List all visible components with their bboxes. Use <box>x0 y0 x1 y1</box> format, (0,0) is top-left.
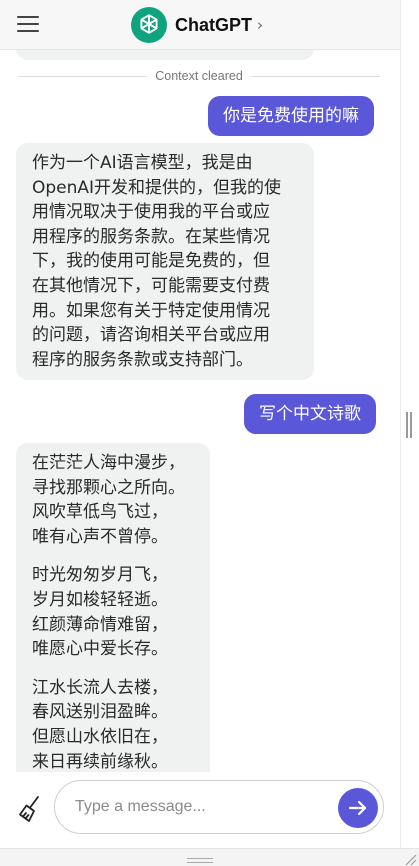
message-line: 用情况取决于使用我的平台或应 <box>32 202 270 223</box>
context-cleared-label: Context cleared <box>155 69 243 83</box>
poem-line: 春风送别泪盈眸。 <box>32 702 168 723</box>
user-message: 你是免费使用的嘛 <box>208 96 374 136</box>
assistant-poem-message: 在茫茫人海中漫步， 寻找那颗心之所向。 风吹草低鸟飞过， 唯有心声不曾停。 时光… <box>16 443 210 772</box>
resize-corner-icon[interactable] <box>403 852 417 866</box>
poem-line: 岁月如梭轻轻逝。 <box>32 589 168 610</box>
message-line: 下，我的使用可能是免费的，但 <box>32 251 270 272</box>
chat-header: ChatGPT › <box>0 0 400 50</box>
poem-line: 红颜薄命情难留， <box>32 614 168 635</box>
poem-line: 在茫茫人海中漫步， <box>32 453 185 473</box>
message-line: 用程序的服务条款。在某些情况 <box>32 226 270 247</box>
message-line: 用。如果您有关于特定使用情况 <box>32 300 270 321</box>
message-composer <box>0 772 400 848</box>
hamburger-menu-icon[interactable] <box>17 15 39 33</box>
user-message: 写个中文诗歌 <box>244 394 376 434</box>
message-text: 写个中文诗歌 <box>259 404 361 424</box>
message-line: 在其他情况下，可能需要支付费 <box>32 275 270 296</box>
previous-message-bubble <box>16 50 314 60</box>
poem-stanza: 在茫茫人海中漫步， 寻找那颗心之所向。 风吹草低鸟飞过， 唯有心声不曾停。 <box>32 451 194 549</box>
message-input[interactable] <box>75 795 325 819</box>
chevron-right-icon: › <box>257 16 264 34</box>
poem-line: 唯愿心中爱长存。 <box>32 639 168 660</box>
message-line: 作为一个AI语言模型，我是由 <box>32 153 253 173</box>
context-cleared-divider: Context cleared <box>18 69 380 83</box>
openai-logo-icon <box>131 7 167 43</box>
message-input-box <box>54 780 384 834</box>
poem-line: 但愿山水依旧在， <box>32 726 168 747</box>
poem-line: 寻找那颗心之所向。 <box>32 477 185 498</box>
send-arrow-icon <box>348 800 367 816</box>
panel-drag-handle[interactable] <box>187 858 213 863</box>
assistant-message: 作为一个AI语言模型，我是由 OpenAI开发和提供的，但我的使 用情况取决于使… <box>16 143 314 381</box>
chat-messages[interactable]: Context cleared 你是免费使用的嘛 作为一个AI语言模型，我是由 … <box>0 50 400 772</box>
broom-icon[interactable] <box>17 794 45 824</box>
poem-stanza: 江水长流人去楼， 春风送别泪盈眸。 但愿山水依旧在， 来日再续前缘秋。 <box>32 676 194 772</box>
poem-stanza: 时光匆匆岁月飞， 岁月如梭轻轻逝。 红颜薄命情难留， 唯愿心中爱长存。 <box>32 563 194 661</box>
send-button[interactable] <box>338 788 378 828</box>
poem-line: 风吹草低鸟飞过， <box>32 502 168 523</box>
app-title: ChatGPT <box>175 14 253 35</box>
poem-line: 江水长流人去楼， <box>32 677 168 698</box>
window-bottom-bar <box>0 848 419 866</box>
message-line: 的问题，请咨询相关平台或应用 <box>32 325 270 346</box>
poem-line: 时光匆匆岁月飞， <box>32 565 168 586</box>
message-line: 程序的服务条款或支持部门。 <box>32 349 253 370</box>
poem-line: 来日再续前缘秋。 <box>32 751 168 772</box>
message-line: OpenAI开发和提供的，但我的使 <box>32 177 282 198</box>
poem-line: 唯有心声不曾停。 <box>32 526 168 547</box>
message-text: 你是免费使用的嘛 <box>223 106 359 126</box>
model-selector[interactable]: ChatGPT › <box>131 7 263 43</box>
resize-grip-handle[interactable] <box>406 412 412 438</box>
